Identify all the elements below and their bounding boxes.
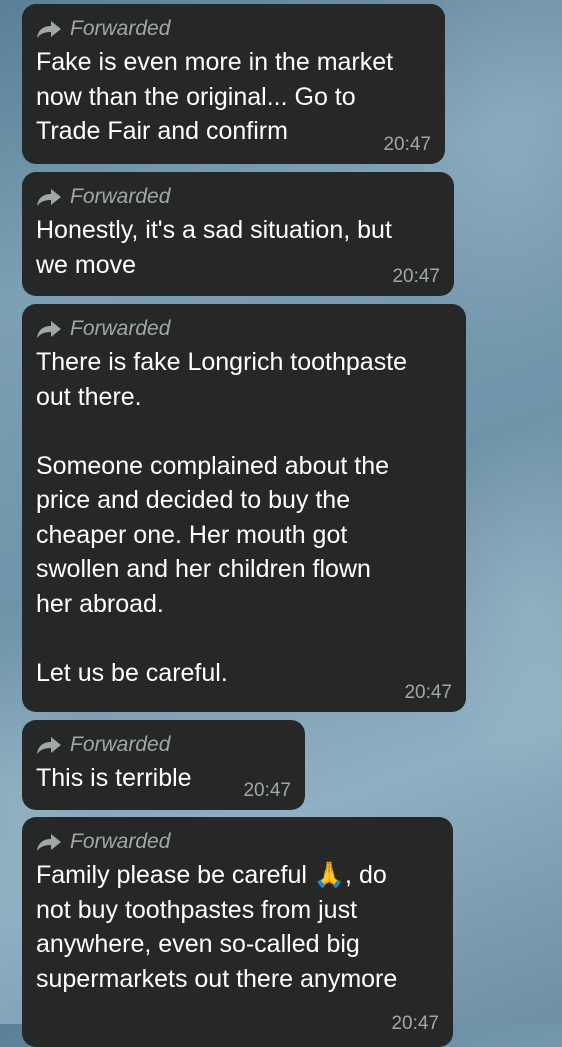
message-text: Honestly, it's a sad situation, but we m… <box>36 216 392 279</box>
forward-arrow-icon <box>37 321 61 338</box>
forward-arrow-icon <box>37 21 61 38</box>
forwarded-label: Forwarded <box>70 830 171 853</box>
forwarded-label: Forwarded <box>70 17 171 40</box>
chat-message-list[interactable]: Forwarded Fake is even more in the marke… <box>0 0 562 1047</box>
forward-arrow-icon <box>37 737 61 754</box>
message-text: Fake is even more in the market now than… <box>36 48 394 145</box>
folded-hands-icon: 🙏 <box>313 860 346 889</box>
message-bubble[interactable]: Forwarded Honestly, it's a sad situation… <box>22 172 454 296</box>
message-time: 20:47 <box>391 1013 439 1034</box>
message-time: 20:47 <box>243 780 291 801</box>
message-text: There is fake Longrich toothpaste out th… <box>36 348 408 687</box>
message-bubble[interactable]: Forwarded There is fake Longrich toothpa… <box>22 304 466 712</box>
forwarded-label: Forwarded <box>70 317 171 340</box>
forwarded-label: Forwarded <box>70 185 171 208</box>
forward-arrow-icon <box>37 834 61 851</box>
message-text-part: Family please be careful <box>36 861 314 889</box>
message-bubble[interactable]: Forwarded Family please be careful 🙏, do… <box>22 817 453 1047</box>
message-time: 20:47 <box>383 134 431 155</box>
message-bubble[interactable]: Forwarded This is terrible 20:47 <box>22 720 305 810</box>
forward-arrow-icon <box>37 189 61 206</box>
forwarded-header: Forwarded <box>36 184 440 210</box>
message-time: 20:47 <box>392 266 440 287</box>
message-text: Family please be careful 🙏, do not buy t… <box>36 858 439 996</box>
message-bubble[interactable]: Forwarded Fake is even more in the marke… <box>22 4 445 164</box>
forwarded-label: Forwarded <box>70 733 171 756</box>
forwarded-header: Forwarded <box>36 732 291 758</box>
forwarded-header: Forwarded <box>36 829 439 855</box>
forwarded-header: Forwarded <box>36 16 431 42</box>
forwarded-header: Forwarded <box>36 316 452 342</box>
message-time: 20:47 <box>404 682 452 703</box>
